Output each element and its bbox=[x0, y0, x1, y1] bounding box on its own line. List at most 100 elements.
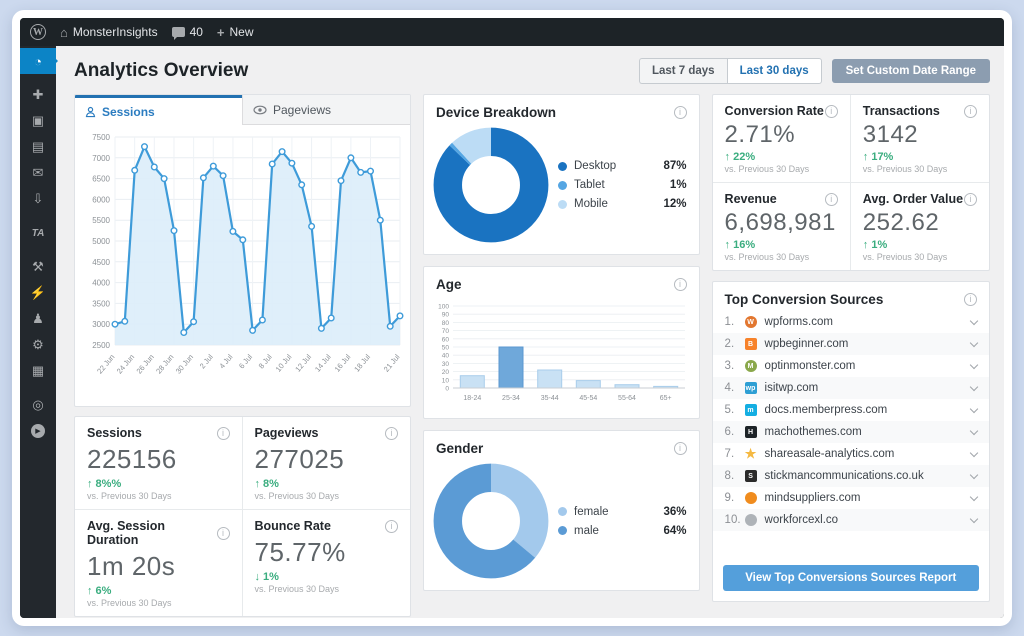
info-icon[interactable]: i bbox=[673, 278, 687, 291]
kpi-value: 75.77% bbox=[254, 537, 346, 567]
view-top-conversions-report-button[interactable]: View Top Conversions Sources Report bbox=[722, 565, 979, 591]
sessions-line-chart[interactable]: 2500 3000 3500 4000 4500 5000 5500 6000 6500 7000… bbox=[75, 125, 410, 401]
kpi-trend: ↑ 22% bbox=[724, 151, 756, 163]
tab-pageviews-label: Pageviews bbox=[273, 102, 332, 117]
source-domain: wpforms.com bbox=[764, 316, 833, 328]
sidebar-item-ta[interactable]: TA bbox=[20, 220, 56, 246]
sidebar-item-video[interactable]: ▶ bbox=[20, 418, 56, 444]
chevron-down-icon[interactable] bbox=[969, 404, 979, 413]
kpi-compare: vs. Previous 30 Days bbox=[862, 252, 948, 262]
chevron-down-icon[interactable] bbox=[969, 338, 979, 347]
chevron-down-icon[interactable] bbox=[969, 514, 979, 523]
chevron-down-icon[interactable] bbox=[969, 316, 979, 325]
sessions-chart-card: Sessions Pageviews 2500 3000 3500 4000 4… bbox=[74, 94, 411, 407]
admin-bar-site-link[interactable]: ⌂ MonsterInsights bbox=[60, 25, 158, 40]
site-favicon: M bbox=[744, 360, 757, 372]
modules-icon: ▦ bbox=[31, 363, 45, 378]
info-icon[interactable]: i bbox=[824, 192, 838, 206]
source-row[interactable]: 6. Hmachothemes.com bbox=[712, 421, 989, 443]
kpi-header: Sessions i bbox=[87, 426, 230, 440]
legend-dot bbox=[558, 526, 567, 535]
sidebar-item-users[interactable]: ♟ bbox=[20, 306, 56, 332]
source-row[interactable]: 4. wp isitwp.com bbox=[712, 377, 989, 399]
info-icon[interactable]: i bbox=[216, 526, 230, 540]
sidebar-item-dashboard[interactable]: ◔ bbox=[20, 48, 58, 74]
sidebar-item-analytics[interactable]: ◎ bbox=[20, 392, 56, 418]
sidebar-item-appearance[interactable]: ⇩ bbox=[20, 186, 56, 212]
kpi-card-pageviews: Pageviews i 277025 ↑ 8% vs. Previous 30 Days bbox=[242, 417, 410, 510]
kpi-value: 277025 bbox=[254, 444, 345, 474]
tab-pageviews[interactable]: Pageviews bbox=[242, 95, 410, 125]
chevron-down-icon[interactable] bbox=[969, 382, 979, 391]
kpi-value: 6,698,981 bbox=[724, 209, 836, 236]
info-icon[interactable]: i bbox=[385, 426, 398, 440]
info-icon[interactable]: i bbox=[824, 104, 838, 118]
chevron-down-icon[interactable] bbox=[969, 360, 979, 369]
chevron-down-icon[interactable] bbox=[969, 470, 979, 479]
source-row[interactable]: 7. ★ shareasale-analytics.com bbox=[713, 443, 989, 465]
kpi-header: Transactions i bbox=[863, 104, 977, 118]
legend-label: Desktop bbox=[574, 160, 617, 172]
kpi-label: Transactions bbox=[862, 104, 940, 118]
svg-text:16 Jul: 16 Jul bbox=[333, 352, 353, 373]
info-icon[interactable]: i bbox=[385, 519, 398, 533]
sidebar-item-pages[interactable]: ▤ bbox=[20, 134, 56, 160]
top-conversion-sources-card: Top Conversion Sources i 1. Wwpforms.com 2… bbox=[711, 281, 990, 602]
info-icon[interactable]: i bbox=[673, 442, 687, 455]
source-rank: 10. bbox=[724, 514, 741, 526]
last-7-days-button[interactable]: Last 7 days bbox=[638, 58, 727, 84]
svg-text:4500: 4500 bbox=[92, 258, 110, 267]
kpi-trend: ↑ 6% bbox=[87, 585, 112, 597]
gender-card: Gender i female 36% male 64% bbox=[423, 430, 700, 591]
chevron-down-icon[interactable] bbox=[969, 448, 979, 457]
sidebar-item-plugins[interactable]: ⚡ bbox=[20, 280, 56, 306]
info-icon[interactable]: i bbox=[216, 426, 230, 440]
sidebar-item-comments[interactable]: ✉ bbox=[20, 160, 56, 186]
sidebar-item-modules[interactable]: ▦ bbox=[20, 358, 56, 384]
legend-value: 87% bbox=[663, 160, 687, 172]
sidebar-item-settings[interactable]: ⚙ bbox=[20, 332, 56, 358]
kpi-trend: ↑ 17% bbox=[862, 151, 894, 163]
info-icon[interactable]: i bbox=[964, 192, 977, 206]
admin-bar-new[interactable]: + New bbox=[217, 25, 254, 40]
set-custom-date-range-button[interactable]: Set Custom Date Range bbox=[831, 59, 990, 83]
column-middle: Device Breakdown i Desktop 87% Tablet 1% Mob… bbox=[423, 94, 700, 591]
sidebar-item-pin[interactable]: ✚ bbox=[20, 82, 56, 108]
svg-text:28 Jun: 28 Jun bbox=[154, 353, 175, 376]
kpi-header: Avg. Session Duration i bbox=[87, 519, 230, 547]
source-row[interactable]: 5. m docs.memberpress.com bbox=[713, 399, 989, 421]
svg-text:5500: 5500 bbox=[92, 216, 110, 225]
pages-icon: ▤ bbox=[31, 139, 45, 154]
sidebar-item-media[interactable]: ▣ bbox=[20, 108, 56, 134]
svg-text:14 Jul: 14 Jul bbox=[313, 352, 333, 373]
kpi-header: Pageviews i bbox=[255, 426, 398, 440]
info-icon[interactable]: i bbox=[964, 104, 977, 118]
legend-item-female: female 36% bbox=[558, 506, 687, 518]
source-row[interactable]: 3. Moptinmonster.com bbox=[713, 355, 989, 377]
tab-sessions-label: Sessions bbox=[102, 104, 155, 119]
source-row[interactable]: 8. Sstickmancommunications.co.uk bbox=[712, 465, 989, 487]
sidebar-item-tools[interactable]: ⚒ bbox=[20, 254, 56, 280]
tab-sessions[interactable]: Sessions bbox=[75, 95, 242, 125]
svg-text:65+: 65+ bbox=[660, 395, 672, 402]
info-icon[interactable]: i bbox=[673, 106, 687, 119]
kpi-trend: ↑ 1% bbox=[862, 239, 888, 251]
source-row[interactable]: 9. mindsuppliers.com bbox=[713, 487, 989, 509]
source-row[interactable]: 2. Bwpbeginner.com bbox=[712, 333, 989, 355]
source-row[interactable]: 10. workforcexl.co bbox=[712, 509, 989, 531]
site-favicon: wp bbox=[744, 382, 757, 394]
source-rank: 3. bbox=[724, 360, 735, 372]
last-30-days-button[interactable]: Last 30 days bbox=[726, 58, 822, 84]
gender-donut-chart[interactable] bbox=[432, 462, 550, 580]
site-name: MonsterInsights bbox=[72, 25, 158, 39]
info-icon[interactable]: i bbox=[964, 293, 977, 306]
device-donut-chart[interactable] bbox=[432, 126, 550, 244]
age-bar-chart[interactable]: 0 1020304050 60708090100 18-24 25-34 35-44 45-… bbox=[427, 296, 695, 414]
admin-bar-comments[interactable]: 40 bbox=[171, 25, 203, 40]
chevron-down-icon[interactable] bbox=[969, 426, 979, 435]
wordpress-logo-icon[interactable]: W bbox=[30, 24, 46, 40]
kpi-grid-left: Sessions i 225156 ↑ 8%% vs. Previous 30 Days… bbox=[74, 416, 411, 617]
source-row[interactable]: 1. Wwpforms.com bbox=[713, 311, 989, 333]
browser-frame: W ⌂ MonsterInsights 40 + New ◔ ✚ ▣ ▤ ✉ ⇩ TA ⚒ ⚡ ♟… bbox=[12, 10, 1012, 626]
chevron-down-icon[interactable] bbox=[969, 492, 979, 501]
